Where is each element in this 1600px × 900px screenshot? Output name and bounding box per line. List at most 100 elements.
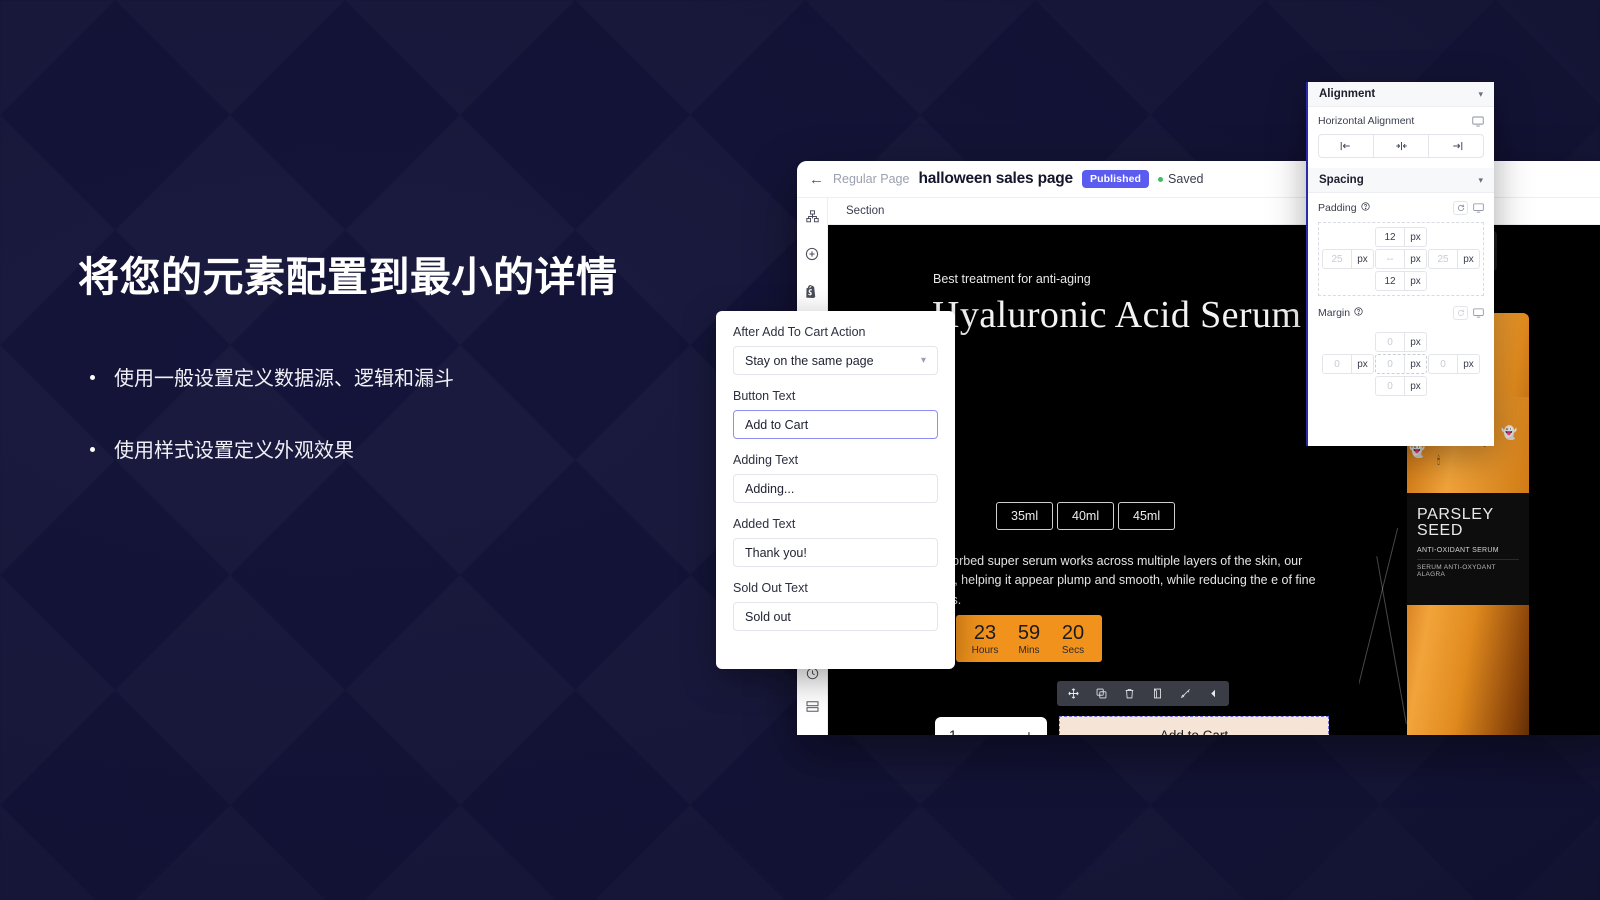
duplicate-icon[interactable] — [1087, 681, 1115, 706]
horizontal-alignment-row: Horizontal Alignment — [1318, 115, 1484, 127]
margin-right-value: 0 — [1440, 358, 1446, 370]
padding-all-value: -- — [1386, 253, 1394, 265]
added-text-input[interactable]: Thank you! — [733, 538, 938, 567]
spacing-section-title: Spacing — [1319, 174, 1364, 186]
margin-bottom-value: 0 — [1387, 380, 1393, 392]
bottle-subtitle: ANTI-OXIDANT SERUM — [1417, 546, 1499, 554]
margin-bottom-row: 0 px — [1322, 375, 1480, 397]
product-description: absorbed super serum works across multip… — [932, 554, 1316, 607]
desktop-icon[interactable] — [1472, 116, 1484, 127]
chevron-down-icon[interactable]: ▾ — [1478, 175, 1483, 186]
padding-top-unit: px — [1404, 228, 1426, 246]
margin-top-unit: px — [1404, 333, 1426, 351]
padding-left-value: 25 — [1331, 253, 1343, 265]
editor-rail-bottom — [797, 667, 827, 717]
page-title: halloween sales page — [918, 170, 1073, 187]
bottle-subtitle-fr: SERUM ANTI-OXYDANT ALAGRA — [1417, 558, 1519, 578]
margin-all-input[interactable]: 0 px — [1375, 354, 1427, 374]
countdown-secs-label: Secs — [1061, 645, 1085, 656]
countdown-mins: 59 Mins — [1012, 622, 1046, 657]
collapse-icon[interactable] — [1199, 681, 1227, 706]
bat-icon: 🕯 — [1437, 455, 1441, 467]
quantity-increase-button[interactable]: + — [1025, 727, 1033, 735]
marketing-copy: 将您的元素配置到最小的详情 使用一般设置定义数据源、逻辑和漏斗 使用样式设置定义… — [78, 248, 638, 508]
help-circle-icon[interactable] — [1360, 202, 1370, 214]
bottle-brand-line-2: SEED — [1417, 522, 1463, 540]
list-item: 使用样式设置定义外观效果 — [78, 436, 638, 466]
arrow-left-icon[interactable]: ← — [809, 172, 824, 187]
align-right-icon[interactable] — [1429, 135, 1483, 157]
reset-icon[interactable] — [1453, 306, 1468, 320]
delete-icon[interactable] — [1115, 681, 1143, 706]
style-brush-icon[interactable] — [1171, 681, 1199, 706]
after-add-to-cart-action-select[interactable]: Stay on the same page ▾ — [733, 346, 938, 375]
padding-all-input[interactable]: -- px — [1375, 249, 1427, 269]
reset-icon[interactable] — [1453, 201, 1468, 215]
margin-bottom-input[interactable]: 0 px — [1375, 376, 1427, 396]
countdown-mins-value: 59 — [1017, 622, 1041, 644]
countdown-timer: 23 Hours 59 Mins 20 Secs — [956, 615, 1102, 662]
size-option-40ml[interactable]: 40ml — [1057, 502, 1115, 530]
padding-left-input[interactable]: 25 px — [1322, 249, 1374, 269]
copy-icon[interactable] — [1143, 681, 1171, 706]
margin-box-grid: 0 px 0 px 0 px 0 px 0 px — [1318, 327, 1484, 401]
padding-top-row: 12 px — [1322, 226, 1480, 248]
align-left-icon[interactable] — [1319, 135, 1374, 157]
alignment-section-header[interactable]: Alignment ▾ — [1308, 82, 1494, 107]
size-option-45ml[interactable]: 45ml — [1118, 502, 1176, 530]
padding-bottom-unit: px — [1404, 272, 1426, 290]
bottle-brand-line-1: PARSLEY — [1417, 506, 1494, 523]
chevron-down-icon[interactable]: ▾ — [1478, 89, 1483, 100]
margin-left-unit: px — [1351, 355, 1373, 373]
spacing-section-header[interactable]: Spacing ▾ — [1308, 168, 1494, 193]
move-icon[interactable] — [1059, 681, 1087, 706]
align-center-icon[interactable] — [1374, 135, 1429, 157]
button-text-input[interactable]: Add to Cart — [733, 410, 938, 439]
adding-text-input[interactable]: Adding... — [733, 474, 938, 503]
saved-dot-icon — [1158, 176, 1164, 182]
sold-out-text-value: Sold out — [745, 609, 791, 624]
size-option-35ml[interactable]: 35ml — [996, 502, 1054, 530]
padding-right-input[interactable]: 25 px — [1428, 249, 1480, 269]
padding-bottom-row: 12 px — [1322, 270, 1480, 292]
element-floating-toolbar — [1057, 681, 1229, 706]
layers-icon[interactable] — [806, 699, 819, 717]
margin-right-input[interactable]: 0 px — [1428, 354, 1480, 374]
desktop-icon[interactable] — [1473, 308, 1484, 318]
quantity-stepper[interactable]: 1 + — [935, 717, 1047, 735]
save-state-label: Saved — [1168, 172, 1204, 186]
added-text-value: Thank you! — [745, 545, 807, 560]
padding-bottom-input[interactable]: 12 px — [1375, 271, 1427, 291]
adding-text-label: Adding Text — [733, 453, 799, 467]
breadcrumb[interactable]: Regular Page — [833, 172, 909, 186]
after-add-to-cart-action-label: After Add To Cart Action — [733, 325, 866, 339]
shopify-icon[interactable] — [806, 285, 818, 303]
countdown-hours: 23 Hours — [968, 622, 1002, 657]
bottle-label: PARSLEY SEED ANTI-OXIDANT SERUM SERUM AN… — [1407, 493, 1529, 605]
padding-top-input[interactable]: 12 px — [1375, 227, 1427, 247]
add-to-cart-button[interactable]: Add to Cart — [1059, 716, 1329, 735]
added-text-label: Added Text — [733, 517, 796, 531]
margin-left-value: 0 — [1334, 358, 1340, 370]
sitemap-icon[interactable] — [805, 210, 819, 228]
margin-left-input[interactable]: 0 px — [1322, 354, 1374, 374]
padding-top-value: 12 — [1384, 231, 1396, 243]
feature-bullet-list: 使用一般设置定义数据源、逻辑和漏斗 使用样式设置定义外观效果 — [78, 364, 638, 466]
countdown-secs-value: 20 — [1061, 622, 1085, 644]
section-label: Section — [846, 205, 885, 217]
countdown-secs: 20 Secs — [1056, 622, 1090, 657]
horizontal-alignment-label: Horizontal Alignment — [1318, 115, 1415, 127]
alignment-section-body: Horizontal Alignment — [1308, 107, 1494, 158]
history-clock-icon[interactable] — [806, 667, 819, 685]
desktop-icon[interactable] — [1473, 203, 1484, 213]
product-eyebrow: Best treatment for anti-aging — [933, 272, 1091, 286]
help-circle-icon[interactable] — [1354, 307, 1363, 319]
padding-row-actions — [1453, 201, 1484, 215]
margin-top-input[interactable]: 0 px — [1375, 332, 1427, 352]
add-element-icon[interactable] — [805, 247, 819, 266]
margin-label: Margin — [1318, 307, 1351, 319]
countdown-hours-value: 23 — [973, 622, 997, 644]
sold-out-text-input[interactable]: Sold out — [733, 602, 938, 631]
padding-label: Padding — [1318, 202, 1357, 214]
adding-text-value: Adding... — [745, 481, 795, 496]
